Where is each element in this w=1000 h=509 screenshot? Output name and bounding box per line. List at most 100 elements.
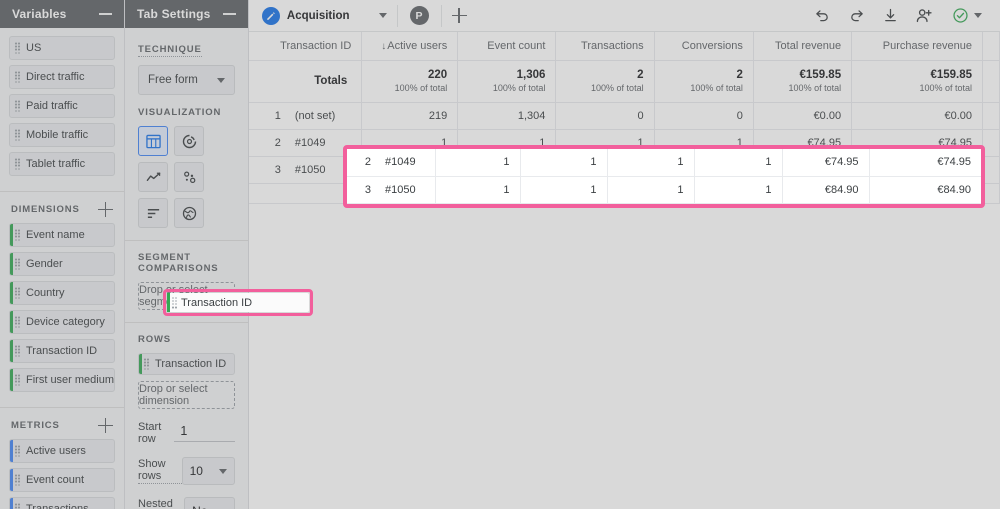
chevron-down-icon[interactable] bbox=[378, 13, 387, 18]
start-row-input[interactable]: 1 bbox=[174, 424, 235, 442]
variables-panel-title: Variables bbox=[12, 7, 67, 21]
drag-grip-icon[interactable] bbox=[15, 158, 20, 170]
variables-scroll-area[interactable]: US Direct traffic Paid traffic Mobile tr… bbox=[0, 28, 125, 509]
bar-viz-icon[interactable] bbox=[138, 198, 169, 228]
segment-chip-paid-traffic[interactable]: Paid traffic bbox=[9, 94, 116, 118]
visualization-block: VISUALIZATION bbox=[125, 107, 248, 240]
dimension-chip-device-category[interactable]: Device category bbox=[9, 310, 116, 334]
segment-chip-us[interactable]: US bbox=[9, 36, 116, 60]
exploration-toolbar: Acquisition P bbox=[248, 0, 1000, 32]
technique-block: TECHNIQUE Free form bbox=[125, 28, 248, 107]
drag-grip-icon[interactable] bbox=[15, 316, 20, 328]
dimension-label: Transaction ID bbox=[26, 345, 98, 357]
add-tab-plus-icon[interactable] bbox=[451, 8, 467, 23]
row-purchase-revenue: €84.90 bbox=[869, 176, 981, 204]
tab-label: Acquisition bbox=[286, 9, 350, 22]
segment-chip-direct-traffic[interactable]: Direct traffic bbox=[9, 65, 116, 89]
column-header-transaction-id[interactable]: Transaction ID bbox=[248, 32, 363, 61]
column-header-conversions[interactable]: Conversions bbox=[654, 32, 754, 61]
dimension-chip-gender[interactable]: Gender bbox=[9, 252, 116, 276]
technique-select[interactable]: Free form bbox=[138, 65, 235, 95]
add-dimension-plus-icon[interactable] bbox=[98, 202, 114, 217]
line-viz-icon[interactable] bbox=[138, 162, 169, 192]
segment-chip-mobile-traffic[interactable]: Mobile traffic bbox=[9, 123, 116, 147]
edit-pencil-icon[interactable] bbox=[261, 6, 280, 25]
dimension-chip-event-name[interactable]: Event name bbox=[9, 223, 116, 247]
column-header-transactions[interactable]: Transactions bbox=[555, 32, 655, 61]
donut-viz-icon[interactable] bbox=[174, 126, 205, 156]
row-index: 3 bbox=[364, 183, 371, 196]
chevron-down-icon[interactable] bbox=[218, 468, 227, 474]
drag-grip-icon[interactable] bbox=[15, 71, 20, 83]
segment-label: Direct traffic bbox=[26, 71, 85, 83]
minimize-icon[interactable] bbox=[222, 13, 236, 15]
table-viz-icon[interactable] bbox=[138, 126, 169, 156]
drag-grip-icon[interactable] bbox=[15, 474, 20, 486]
highlighted-table-rows: 2 #1049 1 1 1 1 €74.95 €74.95 3 #1050 1 1 … bbox=[347, 149, 981, 204]
geo-viz-icon[interactable] bbox=[174, 198, 205, 228]
segment-chip-tablet-traffic[interactable]: Tablet traffic bbox=[9, 152, 116, 176]
divider bbox=[396, 4, 398, 27]
drag-grip-icon[interactable] bbox=[15, 42, 20, 54]
scatter-viz-icon[interactable] bbox=[174, 162, 205, 192]
drag-grip-icon[interactable] bbox=[15, 100, 20, 112]
dimension-chip-transaction-id[interactable]: Transaction ID bbox=[9, 339, 116, 363]
column-header-total-revenue[interactable]: Total revenue bbox=[753, 32, 853, 61]
totals-pct: 100% of total bbox=[690, 83, 743, 93]
redo-icon[interactable] bbox=[847, 7, 865, 25]
metric-chip-active-users[interactable]: Active users bbox=[9, 439, 116, 463]
drag-grip-icon[interactable] bbox=[15, 503, 20, 509]
dimension-chip-first-user-medium[interactable]: First user medium bbox=[9, 368, 116, 392]
undo-icon[interactable] bbox=[813, 7, 831, 25]
show-rows-select[interactable]: 10 bbox=[181, 457, 235, 485]
row-total-revenue: €0.00 bbox=[753, 102, 853, 130]
rows-dimension-label: Transaction ID bbox=[181, 296, 253, 309]
drag-grip-icon[interactable] bbox=[172, 297, 177, 309]
table-row[interactable]: 1 (not set) 219 1,304 0 0 €0.00 €0.00 bbox=[248, 102, 1000, 130]
minimize-icon[interactable] bbox=[99, 13, 113, 15]
totals-pct: 100% of total bbox=[591, 83, 644, 93]
check-circle-icon[interactable] bbox=[951, 7, 969, 25]
table-row[interactable]: 2 #1049 1 1 1 1 €74.95 €74.95 bbox=[347, 149, 981, 177]
tab-settings-title: Tab Settings bbox=[137, 7, 211, 21]
totals-purchase-revenue: €159.85 100% of total bbox=[851, 60, 984, 103]
variables-panel-header: Variables bbox=[0, 0, 125, 28]
rows-dimension-chip-transaction-id[interactable]: Transaction ID bbox=[138, 353, 235, 375]
tab-acquisition[interactable]: Acquisition bbox=[257, 0, 397, 32]
nested-rows-select[interactable]: No bbox=[184, 497, 235, 509]
dimension-chip-country[interactable]: Country bbox=[9, 281, 116, 305]
highlighted-rows-dimension-chip[interactable]: Transaction ID bbox=[167, 293, 309, 312]
totals-conversions: 2 100% of total bbox=[654, 60, 754, 103]
drag-grip-icon[interactable] bbox=[15, 345, 20, 357]
column-header-event-count[interactable]: Event count bbox=[457, 32, 557, 61]
main-canvas: Acquisition P Transaction ID ↓Active use… bbox=[248, 0, 1000, 509]
avatar[interactable]: P bbox=[409, 6, 429, 25]
drag-grip-icon[interactable] bbox=[15, 445, 20, 457]
column-header-purchase-revenue[interactable]: Purchase revenue bbox=[851, 32, 984, 61]
drag-grip-icon[interactable] bbox=[15, 129, 20, 141]
metric-chip-transactions[interactable]: Transactions bbox=[9, 497, 116, 509]
metric-chip-event-count[interactable]: Event count bbox=[9, 468, 116, 492]
rows-dropzone[interactable]: Drop or select dimension bbox=[138, 381, 235, 409]
totals-value: €159.85 bbox=[930, 69, 973, 81]
drag-grip-icon[interactable] bbox=[15, 287, 20, 299]
add-metric-plus-icon[interactable] bbox=[98, 418, 114, 433]
table-row[interactable]: 3 #1050 1 1 1 1 €84.90 €84.90 bbox=[347, 176, 981, 204]
status-badge[interactable] bbox=[949, 5, 986, 27]
totals-event-count: 1,306 100% of total bbox=[457, 60, 557, 103]
metric-chip-group: Active users Event count Transactions bbox=[0, 439, 124, 509]
row-transactions: 0 bbox=[555, 102, 655, 130]
drag-grip-icon[interactable] bbox=[144, 358, 150, 370]
drag-grip-icon[interactable] bbox=[15, 229, 20, 241]
chevron-down-icon[interactable] bbox=[974, 13, 983, 18]
add-person-icon[interactable] bbox=[915, 7, 933, 25]
drag-grip-icon[interactable] bbox=[15, 258, 20, 270]
drag-grip-icon[interactable] bbox=[15, 374, 20, 386]
empty-cell bbox=[982, 183, 1000, 204]
column-header-active-users[interactable]: ↓Active users bbox=[361, 32, 459, 61]
download-icon[interactable] bbox=[881, 7, 899, 25]
row-index: 1 bbox=[274, 109, 281, 122]
tab-settings-scroll-area[interactable]: TECHNIQUE Free form VISUALIZATION SEGMEN… bbox=[125, 28, 248, 509]
row-purchase-revenue: €74.95 bbox=[869, 149, 981, 177]
chevron-down-icon[interactable] bbox=[216, 77, 225, 83]
